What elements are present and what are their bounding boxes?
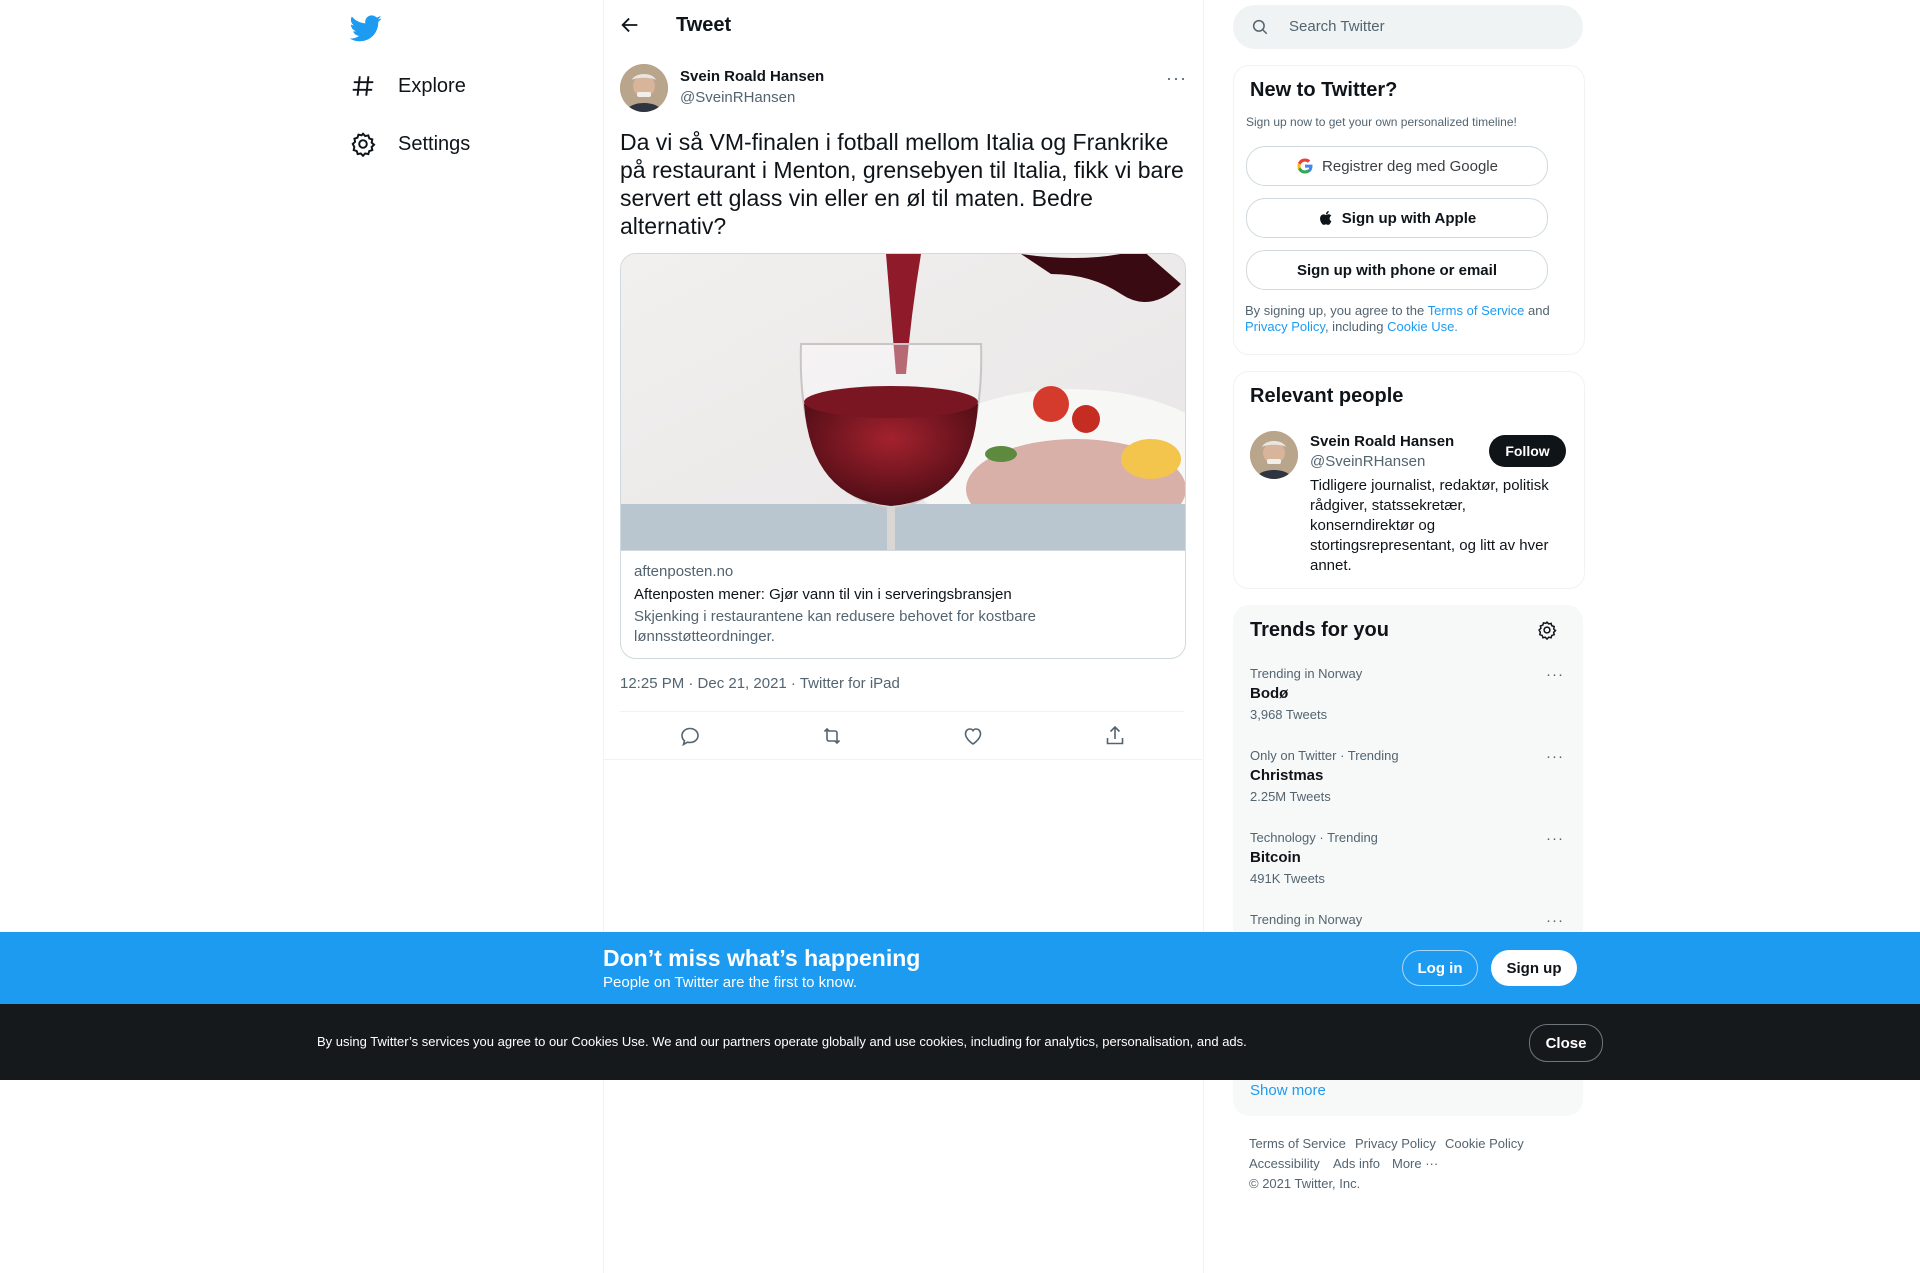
cookie-text: By using Twitter’s services you agree to… xyxy=(317,1034,1247,1049)
card-domain: aftenposten.no xyxy=(634,563,734,580)
trend-name[interactable]: Bitcoin xyxy=(1250,849,1301,866)
signup-subtitle: Sign up now to get your own personalized… xyxy=(1246,115,1517,129)
footer-more-link[interactable]: More ··· xyxy=(1392,1156,1438,1171)
nav-settings[interactable]: Settings xyxy=(350,131,470,157)
more-options-icon[interactable]: ··· xyxy=(1166,68,1187,89)
cta-subtitle: People on Twitter are the first to know. xyxy=(603,974,858,991)
tweet-timestamp[interactable]: 12:25 PM · Dec 21, 2021 · Twitter for iP… xyxy=(620,675,900,692)
apple-signup-label: Sign up with Apple xyxy=(1341,209,1477,227)
follow-button[interactable]: Follow xyxy=(1489,435,1566,467)
back-arrow-icon[interactable] xyxy=(619,14,641,36)
footer-cookie-policy-link[interactable]: Cookie Policy xyxy=(1445,1136,1524,1151)
legal-prefix: By signing up, you agree to the xyxy=(1245,303,1428,318)
nav-explore-label: Explore xyxy=(398,74,466,97)
footer-privacy-link[interactable]: Privacy Policy xyxy=(1355,1136,1436,1151)
card-divider xyxy=(621,550,1185,551)
footer-ads-info-link[interactable]: Ads info xyxy=(1333,1156,1380,1171)
relevant-avatar[interactable] xyxy=(1250,431,1298,479)
trend-more-icon[interactable]: ··· xyxy=(1546,748,1564,765)
footer-accessibility-link[interactable]: Accessibility xyxy=(1249,1156,1320,1171)
signup-legal-text: By signing up, you agree to the Terms of… xyxy=(1245,303,1565,335)
trend-more-icon[interactable]: ··· xyxy=(1546,830,1564,847)
trend-more-icon[interactable]: ··· xyxy=(1546,666,1564,683)
cookie-close-button[interactable]: Close xyxy=(1529,1024,1603,1062)
hashtag-icon xyxy=(352,76,374,96)
relevant-name[interactable]: Svein Roald Hansen xyxy=(1310,433,1454,450)
google-icon xyxy=(1297,158,1313,174)
apple-icon xyxy=(1319,211,1332,225)
author-handle[interactable]: @SveinRHansen xyxy=(680,89,795,106)
cta-title: Don’t miss what’s happening xyxy=(603,945,921,971)
retweet-icon[interactable] xyxy=(820,724,844,748)
signup-button[interactable]: Sign up xyxy=(1491,950,1577,986)
tweet-text: Da vi så VM-finalen i fotball mellom Ita… xyxy=(620,129,1184,239)
page-title: Tweet xyxy=(676,14,732,36)
trend-count: 491K Tweets xyxy=(1250,871,1325,886)
login-button[interactable]: Log in xyxy=(1402,950,1478,986)
nav-settings-label: Settings xyxy=(398,132,471,155)
google-signup-label: Registrer deg med Google xyxy=(1322,157,1498,175)
author-name[interactable]: Svein Roald Hansen xyxy=(680,68,824,85)
privacy-link[interactable]: Privacy Policy xyxy=(1245,319,1325,334)
search-icon xyxy=(1252,19,1268,35)
legal-and: and xyxy=(1524,303,1550,318)
like-icon[interactable] xyxy=(961,724,985,748)
trend-count: 3,968 Tweets xyxy=(1250,707,1328,722)
trend-meta: Trending in Norway xyxy=(1250,666,1363,681)
trends-title: Trends for you xyxy=(1250,619,1389,641)
trend-meta: Technology · Trending xyxy=(1250,830,1378,845)
nav-explore[interactable]: Explore xyxy=(350,73,466,99)
terms-link[interactable]: Terms of Service xyxy=(1428,303,1525,318)
share-icon[interactable] xyxy=(1103,724,1127,748)
reply-icon[interactable] xyxy=(678,724,702,748)
wine-glass-image xyxy=(621,254,1185,550)
phone-email-signup-button[interactable]: Sign up with phone or email xyxy=(1246,250,1548,290)
author-avatar[interactable] xyxy=(620,64,668,112)
trend-more-icon[interactable]: ··· xyxy=(1546,912,1564,929)
signup-title: New to Twitter? xyxy=(1250,79,1398,101)
copyright: © 2021 Twitter, Inc. xyxy=(1249,1176,1361,1191)
search-bar[interactable]: Search Twitter xyxy=(1233,5,1583,49)
google-signup-button[interactable]: Registrer deg med Google xyxy=(1246,146,1548,186)
divider xyxy=(620,711,1184,712)
trend-name[interactable]: Bodø xyxy=(1250,685,1288,702)
legal-including: , including xyxy=(1324,319,1388,334)
trend-name[interactable]: Christmas xyxy=(1250,767,1323,784)
link-card[interactable]: aftenposten.no Aftenposten mener: Gjør v… xyxy=(620,253,1186,659)
trend-count: 2.25M Tweets xyxy=(1250,789,1331,804)
cookie-use-link[interactable]: Cookie Use. xyxy=(1387,319,1458,334)
relevant-handle[interactable]: @SveinRHansen xyxy=(1310,453,1425,470)
search-input[interactable]: Search Twitter xyxy=(1289,18,1385,35)
footer-terms-link[interactable]: Terms of Service xyxy=(1249,1136,1346,1151)
relevant-bio: Tidligere journalist, redaktør, politisk… xyxy=(1310,477,1549,574)
gear-icon xyxy=(351,132,376,157)
phone-email-signup-label: Sign up with phone or email xyxy=(1296,261,1497,279)
divider xyxy=(604,759,1202,760)
signup-cta-banner xyxy=(0,932,1920,1004)
show-more-link[interactable]: Show more xyxy=(1250,1082,1326,1099)
trends-settings-gear-icon[interactable] xyxy=(1537,620,1557,640)
card-description: Skjenking i restaurantene kan redusere b… xyxy=(634,608,1036,645)
relevant-people-title: Relevant people xyxy=(1250,385,1404,407)
trend-meta: Trending in Norway xyxy=(1250,912,1363,927)
trend-meta: Only on Twitter · Trending xyxy=(1250,748,1399,763)
twitter-logo-icon[interactable] xyxy=(350,12,382,44)
apple-signup-button[interactable]: Sign up with Apple xyxy=(1246,198,1548,238)
card-title: Aftenposten mener: Gjør vann til vin i s… xyxy=(634,586,1012,603)
